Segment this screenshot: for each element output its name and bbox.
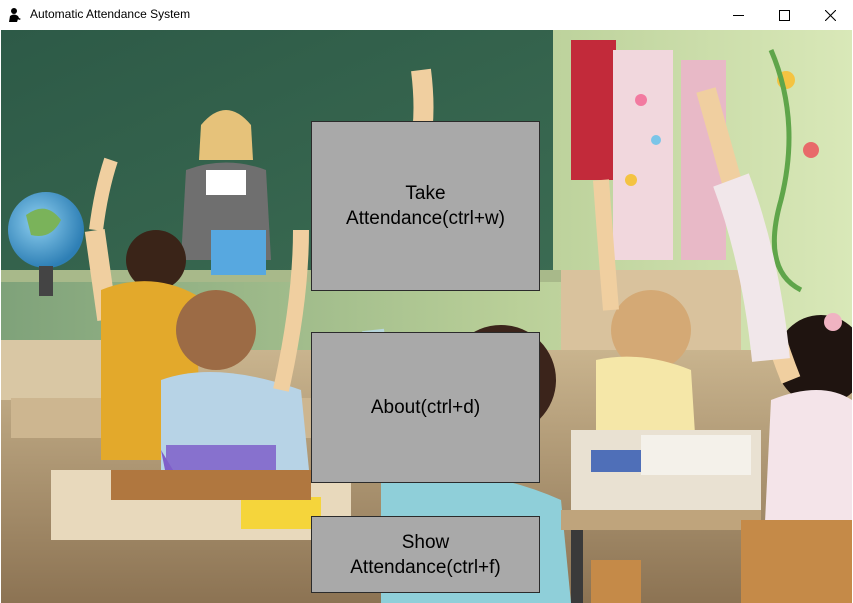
minimize-icon — [732, 14, 744, 16]
close-icon — [824, 9, 836, 21]
title-bar[interactable]: Automatic Attendance System — [0, 0, 853, 30]
take-attendance-line2: Attendance(ctrl+w) — [346, 208, 505, 229]
app-window: Automatic Attendance System Take Attenda… — [0, 0, 853, 603]
person-icon — [9, 8, 21, 22]
minimize-button[interactable] — [715, 0, 761, 30]
take-attendance-label: Take Attendance(ctrl+w) — [346, 181, 505, 231]
close-button[interactable] — [807, 0, 853, 30]
show-attendance-button[interactable]: Show Attendance(ctrl+f) — [311, 516, 540, 593]
show-attendance-line1: Show — [401, 531, 450, 553]
take-attendance-button[interactable]: Take Attendance(ctrl+w) — [311, 121, 540, 291]
take-attendance-line1: Take — [405, 183, 446, 204]
about-label: About(ctrl+d) — [370, 397, 481, 418]
maximize-icon — [778, 9, 790, 21]
show-attendance-label: Show Attendance(ctrl+f) — [350, 530, 501, 580]
maximize-button[interactable] — [761, 0, 807, 30]
window-title: Automatic Attendance System — [30, 7, 191, 21]
about-button[interactable]: About(ctrl+d) — [311, 332, 540, 483]
show-attendance-line2: Attendance(ctrl+f) — [350, 556, 501, 578]
